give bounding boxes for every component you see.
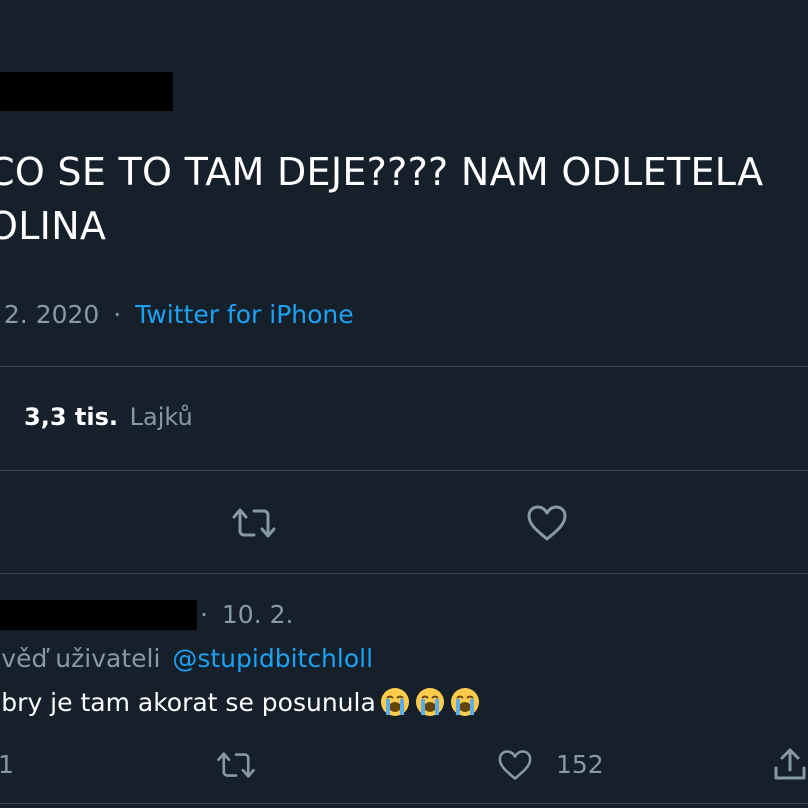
reply-like-count: 152 xyxy=(556,750,604,779)
retweet-icon xyxy=(232,508,276,538)
divider xyxy=(0,366,808,367)
reply-text-content: obry je tam akorat se posunula xyxy=(0,687,376,717)
heart-icon xyxy=(527,505,567,541)
reply-count[interactable]: 1 xyxy=(0,750,14,779)
reply-separator: · xyxy=(200,600,208,629)
retweet-button[interactable] xyxy=(229,502,279,544)
replying-handle-link[interactable]: @stupidbitchloll xyxy=(172,644,373,673)
tweet-text-line-1: CO SE TO TAM DEJE???? NAM ODLETELA xyxy=(0,150,764,194)
share-icon xyxy=(774,748,806,780)
loudly-crying-face-icon xyxy=(380,688,409,716)
likes-label: Lajků xyxy=(129,403,193,431)
reply-retweet-button[interactable] xyxy=(214,746,258,784)
tweet-date[interactable]: . 2. 2020 xyxy=(0,300,99,329)
retweet-icon xyxy=(217,752,255,778)
like-button[interactable] xyxy=(524,502,570,544)
divider xyxy=(0,803,808,804)
tweet-source-link[interactable]: Twitter for iPhone xyxy=(135,300,353,329)
meta-separator: · xyxy=(113,300,122,329)
redacted-author-name xyxy=(0,72,173,111)
tweet-meta: . 2. 2020 · Twitter for iPhone xyxy=(0,300,354,329)
share-button[interactable] xyxy=(772,744,808,784)
loudly-crying-face-icon xyxy=(415,688,444,716)
replying-to: ověď uživateli @stupidbitchloll xyxy=(0,644,373,673)
replying-prefix: ověď uživateli xyxy=(0,644,161,673)
tweet-text-line-2: OLINA xyxy=(0,204,107,248)
loudly-crying-face-icon xyxy=(450,688,479,716)
redacted-reply-author xyxy=(0,600,197,630)
tweet-text: CO SE TO TAM DEJE???? NAM ODLETELA OLINA xyxy=(0,145,808,253)
reply-like-button[interactable] xyxy=(495,746,535,784)
heart-icon xyxy=(498,750,532,780)
reply-date[interactable]: 10. 2. xyxy=(222,600,294,629)
reply-text: obry je tam akorat se posunula xyxy=(0,686,481,718)
likes-stat[interactable]: 3,3 tis. Lajků xyxy=(24,403,193,431)
likes-count: 3,3 tis. xyxy=(24,403,118,431)
reply-meta: · 10. 2. xyxy=(200,600,293,629)
divider xyxy=(0,470,808,471)
tweet-detail-view: CO SE TO TAM DEJE???? NAM ODLETELA OLINA… xyxy=(0,0,808,808)
divider xyxy=(0,573,808,574)
